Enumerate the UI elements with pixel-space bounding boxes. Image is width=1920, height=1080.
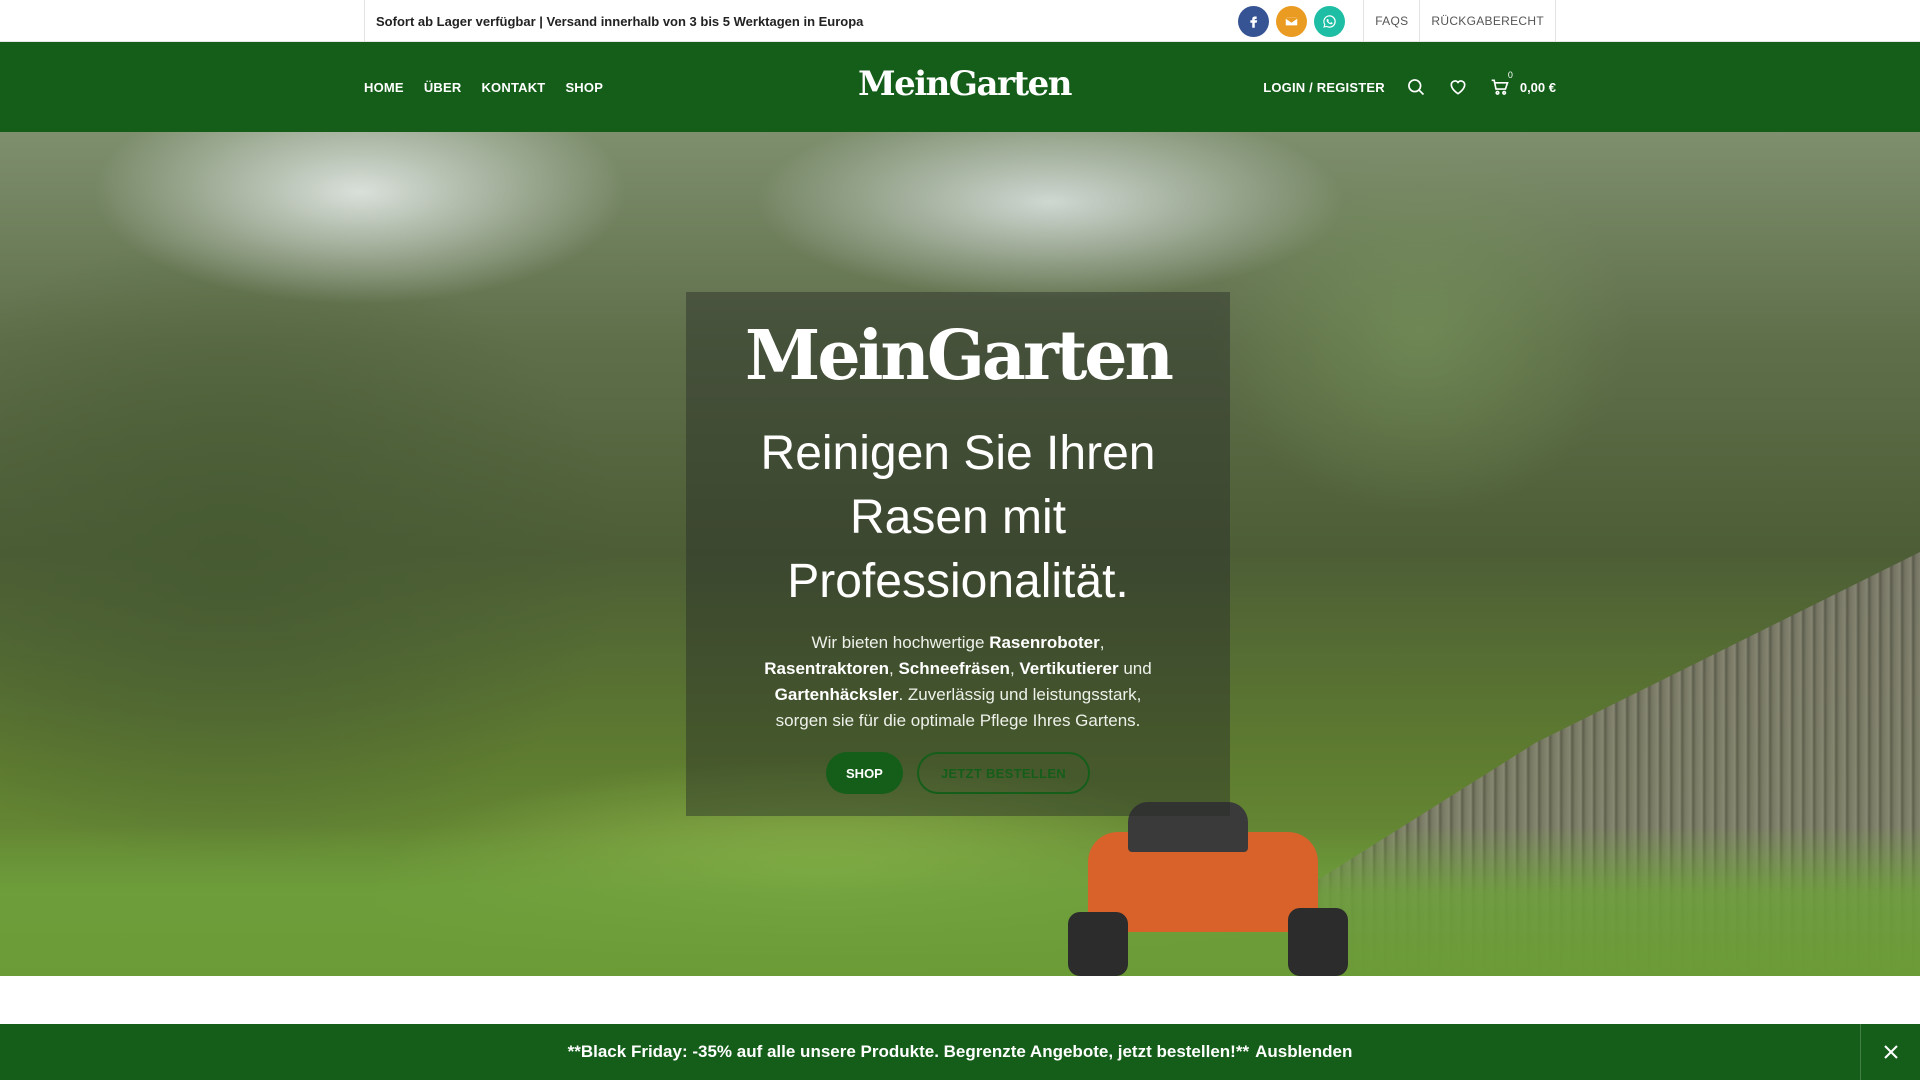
whatsapp-button[interactable]	[1314, 5, 1346, 37]
cart-button[interactable]: 0 0,00 €	[1489, 70, 1556, 98]
cart-count: 0	[1507, 70, 1513, 80]
nav-shop[interactable]: SHOP	[565, 80, 603, 95]
desc-product-schneefraesen: Schneefräsen	[898, 659, 1010, 678]
hero-content-box: MeinGarten Reinigen Sie Ihren Rasen mit …	[686, 292, 1230, 816]
desc-text: ,	[1099, 633, 1105, 652]
search-button[interactable]	[1405, 76, 1427, 98]
heart-icon	[1450, 80, 1466, 95]
main-nav: HOME ÜBER KONTAKT SHOP	[364, 80, 603, 95]
cart-total: 0,00 €	[1519, 79, 1556, 95]
desc-product-gartenhaecksler: Gartenhäcksler	[774, 685, 899, 704]
tractor-wheel	[1288, 908, 1348, 976]
return-policy-link[interactable]: RÜCKGABERECHT	[1419, 0, 1556, 42]
main-header-inner: HOME ÜBER KONTAKT SHOP MeinGarten LOGIN …	[364, 42, 1556, 132]
desc-text: ,	[1009, 659, 1020, 678]
main-header: HOME ÜBER KONTAKT SHOP MeinGarten LOGIN …	[0, 42, 1920, 132]
desc-product-rasenroboter: Rasenroboter	[989, 633, 1100, 652]
nav-contact[interactable]: KONTAKT	[481, 80, 545, 95]
promo-close-button[interactable]	[1860, 1024, 1920, 1080]
cart-icon	[1491, 79, 1509, 95]
hero-banner: MeinGarten Reinigen Sie Ihren Rasen mit …	[0, 132, 1920, 976]
close-icon	[1883, 1045, 1898, 1059]
promo-hide-link[interactable]: Ausblenden	[1255, 1042, 1352, 1062]
hero-shop-button[interactable]: SHOP	[826, 752, 903, 794]
tractor-wheel	[1068, 912, 1128, 976]
promo-text: **Black Friday: -35% auf alle unsere Pro…	[567, 1042, 1250, 1061]
facebook-button[interactable]	[1238, 5, 1270, 37]
nav-about[interactable]: ÜBER	[424, 80, 462, 95]
desc-text: und	[1118, 659, 1152, 678]
desc-product-rasentraktoren: Rasentraktoren	[764, 659, 889, 678]
wishlist-button[interactable]	[1447, 76, 1469, 98]
search-icon	[1407, 79, 1424, 96]
login-register-link[interactable]: LOGIN / REGISTER	[1263, 80, 1385, 95]
top-bar-inner: Sofort ab Lager verfügbar | Versand inne…	[364, 0, 1556, 42]
whatsapp-icon	[1323, 14, 1336, 28]
hero-order-now-button[interactable]: JETZT BESTELLEN	[916, 752, 1090, 794]
shipping-notice: Sofort ab Lager verfügbar | Versand inne…	[364, 0, 863, 42]
mail-icon	[1284, 16, 1299, 26]
desc-product-vertikutierer: Vertikutierer	[1019, 659, 1119, 678]
desc-text: Wir bieten hochwertige	[811, 633, 990, 652]
social-links	[1238, 5, 1346, 37]
hero-logo: MeinGarten	[745, 316, 1174, 396]
top-bar: Sofort ab Lager verfügbar | Versand inne…	[0, 0, 1920, 42]
header-actions: LOGIN / REGISTER 0 0,00 €	[1263, 70, 1556, 98]
site-logo[interactable]: MeinGarten	[858, 64, 1072, 104]
hero-lawn-graphic	[0, 826, 1920, 976]
top-bar-right: FAQS RÜCKGABERECHT	[1238, 0, 1556, 42]
facebook-icon	[1250, 16, 1258, 28]
hero-description: Wir bieten hochwertige Rasenroboter, Ras…	[686, 630, 1230, 734]
hero-lawn-tractor-graphic	[1068, 802, 1358, 976]
nav-home[interactable]: HOME	[364, 80, 404, 95]
promo-bar: **Black Friday: -35% auf alle unsere Pro…	[0, 1024, 1920, 1080]
hero-buttons: SHOP JETZT BESTELLEN	[686, 752, 1230, 794]
mail-button[interactable]	[1276, 5, 1308, 37]
faqs-link[interactable]: FAQS	[1363, 0, 1419, 42]
hero-title: Reinigen Sie Ihren Rasen mit Professiona…	[760, 427, 1156, 608]
